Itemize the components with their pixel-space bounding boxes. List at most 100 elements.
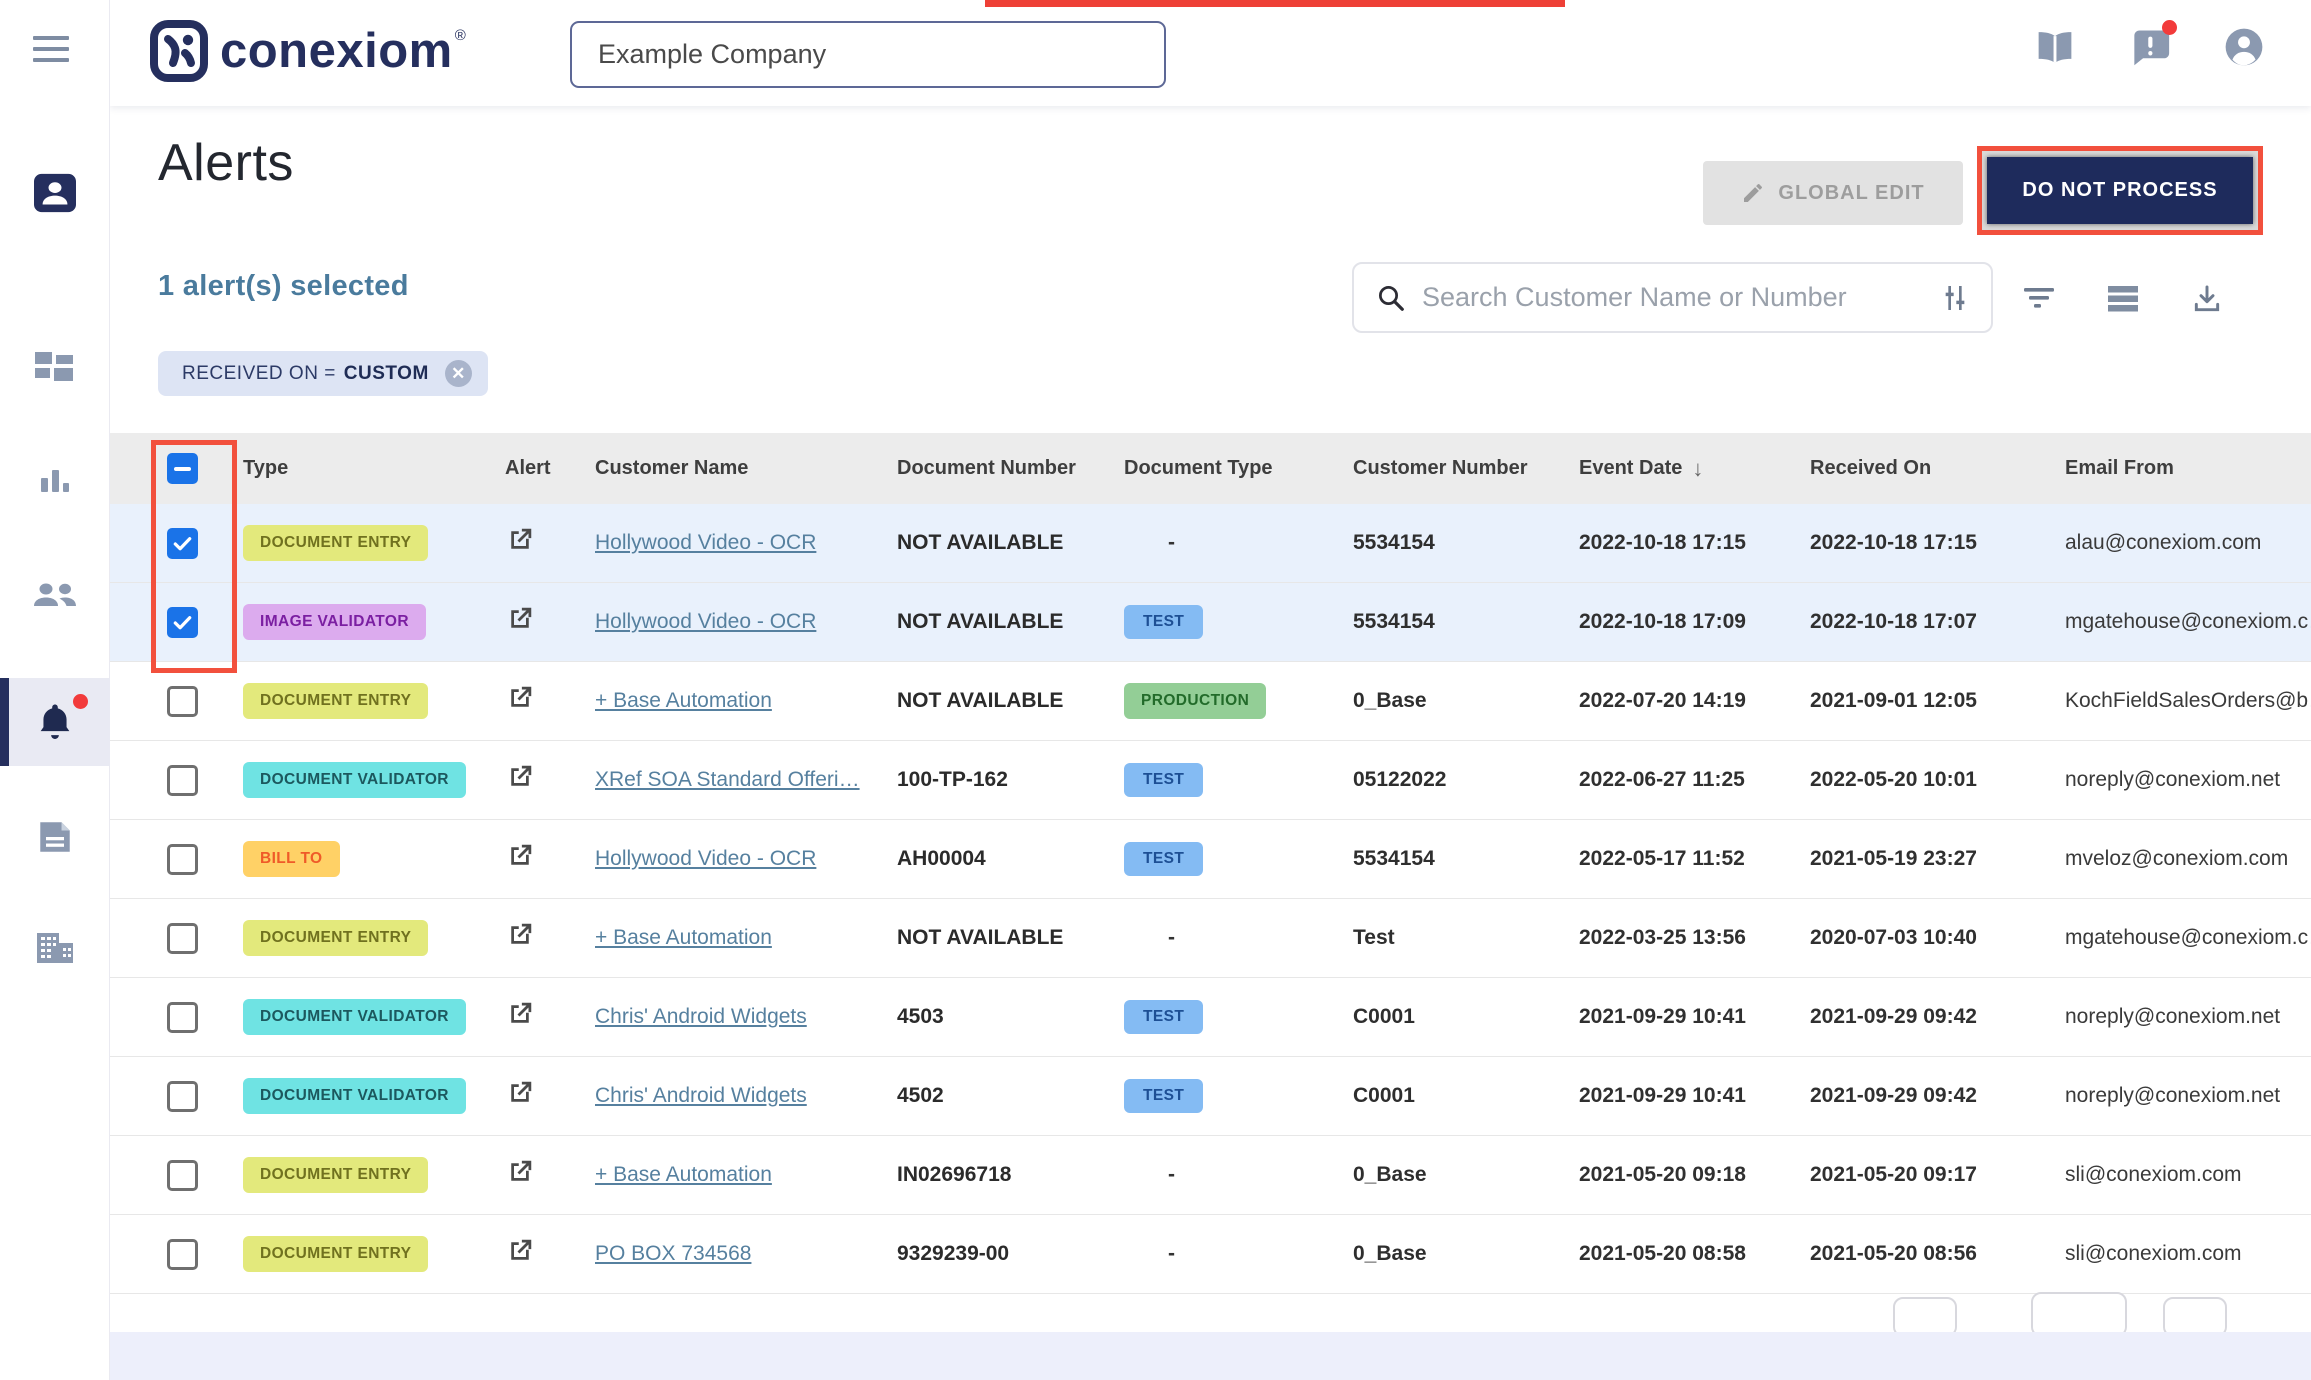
advanced-search-tune-icon[interactable] [1939, 282, 1971, 314]
search-input[interactable] [1422, 282, 1939, 313]
email-from-cell: noreply@conexiom.net [2065, 1005, 2311, 1029]
customer-name-link[interactable]: + Base Automation [595, 689, 772, 712]
alert-cell [505, 841, 595, 877]
feedback-button[interactable] [2129, 27, 2171, 72]
alerts-notification-badge [73, 694, 88, 709]
table-row[interactable]: DOCUMENT VALIDATOR Chris' Android Widget… [110, 1057, 2311, 1136]
menu-hamburger-icon[interactable] [33, 36, 69, 69]
open-alert-external-link-icon[interactable] [505, 999, 535, 1029]
alert-cell [505, 1236, 595, 1272]
pagination-button[interactable] [1893, 1297, 1957, 1332]
open-alert-external-link-icon[interactable] [505, 762, 535, 792]
customer-name-link[interactable]: Chris' Android Widgets [595, 1084, 807, 1107]
filter-chip-received-on[interactable]: RECEIVED ON = CUSTOM ✕ [158, 351, 488, 396]
column-header-document-number[interactable]: Document Number [897, 457, 1124, 480]
row-checkbox[interactable] [167, 528, 198, 559]
event-date-cell: 2021-09-29 10:41 [1579, 1005, 1810, 1029]
customer-name-link[interactable]: Hollywood Video - OCR [595, 847, 816, 870]
customer-number-cell: 0_Base [1353, 1163, 1579, 1187]
row-checkbox[interactable] [167, 1160, 198, 1191]
open-alert-external-link-icon[interactable] [505, 1157, 535, 1187]
row-checkbox[interactable] [167, 923, 198, 954]
customer-name-cell: XRef SOA Standard Offeri… [595, 768, 897, 792]
document-type-badge: - [1168, 1242, 1175, 1265]
customer-name-link[interactable]: Hollywood Video - OCR [595, 610, 816, 633]
customer-name-link[interactable]: Hollywood Video - OCR [595, 531, 816, 554]
account-button[interactable] [2223, 26, 2265, 73]
filter-icon[interactable] [2022, 284, 2056, 314]
document-type-badge: - [1168, 926, 1175, 949]
sidebar-item-dashboard[interactable] [0, 323, 110, 411]
alerts-bell-icon [34, 701, 76, 743]
table-row[interactable]: BILL TO Hollywood Video - OCR AH00004 TE… [110, 820, 2311, 899]
type-badge: DOCUMENT ENTRY [243, 920, 428, 956]
column-header-alert[interactable]: Alert [505, 457, 595, 480]
table-row[interactable]: DOCUMENT VALIDATOR Chris' Android Widget… [110, 978, 2311, 1057]
row-checkbox-cell [155, 844, 243, 875]
pagination-button[interactable] [2031, 1292, 2127, 1332]
column-header-customer-name[interactable]: Customer Name [595, 457, 897, 480]
column-header-received-on[interactable]: Received On [1810, 457, 2065, 480]
do-not-process-button[interactable]: DO NOT PROCESS [1987, 157, 2253, 224]
select-all-checkbox[interactable] [167, 453, 198, 484]
customer-name-link[interactable]: PO BOX 734568 [595, 1242, 751, 1265]
event-date-cell: 2022-10-18 17:09 [1579, 610, 1810, 634]
table-row[interactable]: DOCUMENT ENTRY + Base Automation NOT AVA… [110, 662, 2311, 741]
sidebar-item-company[interactable] [0, 905, 110, 993]
pagination-button[interactable] [2163, 1297, 2227, 1332]
row-checkbox[interactable] [167, 1239, 198, 1270]
table-row[interactable]: DOCUMENT VALIDATOR XRef SOA Standard Off… [110, 741, 2311, 820]
open-alert-external-link-icon[interactable] [505, 1078, 535, 1108]
row-checkbox[interactable] [167, 765, 198, 796]
sidebar-item-contacts[interactable] [0, 149, 110, 237]
knowledge-base-button[interactable] [2033, 27, 2077, 72]
open-alert-external-link-icon[interactable] [505, 920, 535, 950]
bar-chart-icon [37, 464, 73, 498]
customer-number-cell: 0_Base [1353, 689, 1579, 713]
table-row[interactable]: IMAGE VALIDATOR Hollywood Video - OCR NO… [110, 583, 2311, 662]
brand-name: conexiom [220, 23, 453, 79]
row-checkbox[interactable] [167, 686, 198, 717]
document-type-cell: TEST [1124, 842, 1353, 876]
customer-name-cell: Chris' Android Widgets [595, 1084, 897, 1108]
filter-chip-close-icon[interactable]: ✕ [445, 360, 472, 387]
document-type-badge: TEST [1124, 763, 1203, 797]
column-header-type[interactable]: Type [243, 457, 505, 480]
customer-name-cell: Hollywood Video - OCR [595, 610, 897, 634]
row-checkbox[interactable] [167, 1002, 198, 1033]
received-on-cell: 2021-09-29 09:42 [1810, 1084, 2065, 1108]
customer-name-link[interactable]: + Base Automation [595, 926, 772, 949]
search-box [1352, 262, 1993, 333]
row-checkbox[interactable] [167, 844, 198, 875]
customer-name-link[interactable]: Chris' Android Widgets [595, 1005, 807, 1028]
open-alert-external-link-icon[interactable] [505, 683, 535, 713]
row-density-icon[interactable] [2106, 284, 2140, 314]
sidebar-item-reports[interactable] [0, 437, 110, 525]
column-header-document-type[interactable]: Document Type [1124, 457, 1353, 480]
company-name-input[interactable] [570, 21, 1166, 88]
column-header-customer-number[interactable]: Customer Number [1353, 457, 1579, 480]
open-alert-external-link-icon[interactable] [505, 1236, 535, 1266]
row-checkbox[interactable] [167, 607, 198, 638]
table-row[interactable]: DOCUMENT ENTRY + Base Automation NOT AVA… [110, 899, 2311, 978]
column-header-event-date[interactable]: Event Date↓ [1579, 456, 1810, 482]
global-edit-button[interactable]: GLOBAL EDIT [1703, 161, 1963, 225]
column-header-email-from[interactable]: Email From [2065, 457, 2311, 480]
row-checkbox[interactable] [167, 1081, 198, 1112]
sidebar-item-documents[interactable] [0, 793, 110, 881]
row-checkbox-cell [155, 1002, 243, 1033]
open-alert-external-link-icon[interactable] [505, 604, 535, 634]
table-row[interactable]: DOCUMENT ENTRY Hollywood Video - OCR NOT… [110, 504, 2311, 583]
customer-name-cell: + Base Automation [595, 926, 897, 950]
open-alert-external-link-icon[interactable] [505, 525, 535, 555]
type-cell: DOCUMENT ENTRY [243, 920, 505, 956]
table-row[interactable]: DOCUMENT ENTRY PO BOX 734568 9329239-00 … [110, 1215, 2311, 1294]
download-icon[interactable] [2190, 283, 2224, 315]
open-alert-external-link-icon[interactable] [505, 841, 535, 871]
sidebar-item-alerts[interactable] [0, 678, 110, 766]
customer-name-link[interactable]: XRef SOA Standard Offeri… [595, 768, 860, 791]
sidebar-item-users[interactable] [0, 553, 110, 641]
table-row[interactable]: DOCUMENT ENTRY + Base Automation IN02696… [110, 1136, 2311, 1215]
annotation-red-strip [985, 0, 1565, 7]
customer-name-link[interactable]: + Base Automation [595, 1163, 772, 1186]
